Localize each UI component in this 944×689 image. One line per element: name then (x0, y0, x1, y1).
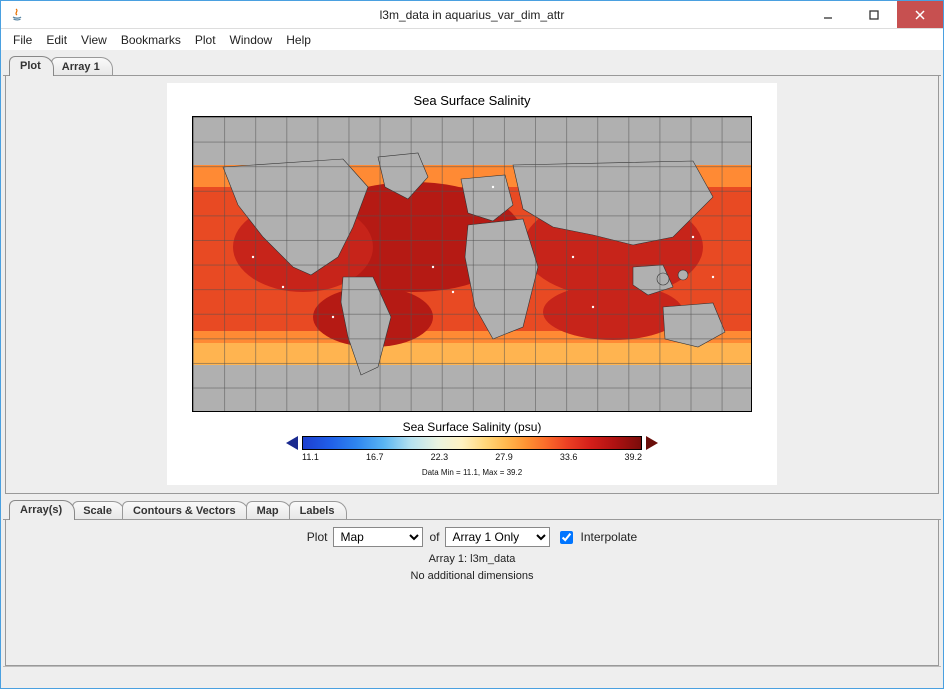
minimize-button[interactable] (805, 1, 851, 28)
plot-control-row: Plot Map of Array 1 Only Interpolate (14, 527, 930, 551)
window-controls (805, 1, 943, 28)
array-select[interactable]: Array 1 Only (445, 527, 550, 547)
titlebar: l3m_data in aquarius_var_dim_attr (1, 1, 943, 29)
tab-contours-vectors[interactable]: Contours & Vectors (122, 501, 249, 520)
menu-edit[interactable]: Edit (40, 31, 73, 49)
top-tabstrip: Plot Array 1 (3, 52, 941, 76)
of-label: of (429, 530, 439, 544)
tab-labels[interactable]: Labels (289, 501, 348, 520)
interpolate-checkbox[interactable] (560, 531, 573, 544)
application-window: l3m_data in aquarius_var_dim_attr File E… (0, 0, 944, 689)
tab-plot[interactable]: Plot (9, 56, 54, 76)
plot-type-select[interactable]: Map (333, 527, 423, 547)
interpolate-checkbox-label[interactable]: Interpolate (556, 528, 637, 547)
colorbar-gradient (302, 436, 642, 450)
java-icon (9, 7, 25, 23)
menu-view[interactable]: View (75, 31, 113, 49)
bottom-tabstrip: Array(s) Scale Contours & Vectors Map La… (3, 496, 941, 520)
cb-tick: 22.3 (431, 452, 449, 462)
plot-area: Sea Surface Salinity (6, 75, 938, 493)
statusbar (3, 666, 941, 686)
menu-window[interactable]: Window (224, 31, 279, 49)
array-info: Array 1: l3m_data No additional dimensio… (14, 551, 930, 584)
data-minmax-text: Data Min = 11.1, Max = 39.2 (177, 462, 767, 477)
cb-tick: 16.7 (366, 452, 384, 462)
colorbar-low-arrow-icon (286, 436, 298, 450)
menubar: File Edit View Bookmarks Plot Window Hel… (1, 29, 943, 50)
menu-bookmarks[interactable]: Bookmarks (115, 31, 187, 49)
tab-array1[interactable]: Array 1 (51, 57, 113, 76)
plot-panel: Sea Surface Salinity (5, 75, 939, 494)
cb-tick: 33.6 (560, 452, 578, 462)
tab-arrays[interactable]: Array(s) (9, 500, 75, 520)
plot-canvas[interactable]: Sea Surface Salinity (167, 83, 777, 485)
menu-help[interactable]: Help (280, 31, 317, 49)
cb-tick: 27.9 (495, 452, 513, 462)
colorbar-high-arrow-icon (646, 436, 658, 450)
world-map (192, 116, 752, 412)
colorbar (177, 436, 767, 450)
nodim-line: No additional dimensions (14, 568, 930, 585)
tab-scale[interactable]: Scale (72, 501, 125, 520)
close-button[interactable] (897, 1, 943, 28)
cb-tick: 11.1 (302, 452, 319, 462)
maximize-button[interactable] (851, 1, 897, 28)
menu-file[interactable]: File (7, 31, 38, 49)
arrays-panel: Plot Map of Array 1 Only Interpolate Arr… (5, 519, 939, 666)
array-line: Array 1: l3m_data (14, 551, 930, 568)
colorbar-label: Sea Surface Salinity (psu) (177, 412, 767, 436)
content-area: Plot Array 1 Sea Surface Salinity (1, 50, 943, 688)
window-title: l3m_data in aquarius_var_dim_attr (1, 8, 943, 22)
cb-tick: 39.2 (624, 452, 642, 462)
colorbar-ticks: 11.1 16.7 22.3 27.9 33.6 39.2 (302, 452, 642, 462)
tab-map[interactable]: Map (246, 501, 292, 520)
plot-title: Sea Surface Salinity (177, 89, 767, 116)
interpolate-text: Interpolate (580, 530, 637, 544)
menu-plot[interactable]: Plot (189, 31, 222, 49)
lower-section: Array(s) Scale Contours & Vectors Map La… (3, 496, 941, 666)
plot-label: Plot (307, 530, 328, 544)
